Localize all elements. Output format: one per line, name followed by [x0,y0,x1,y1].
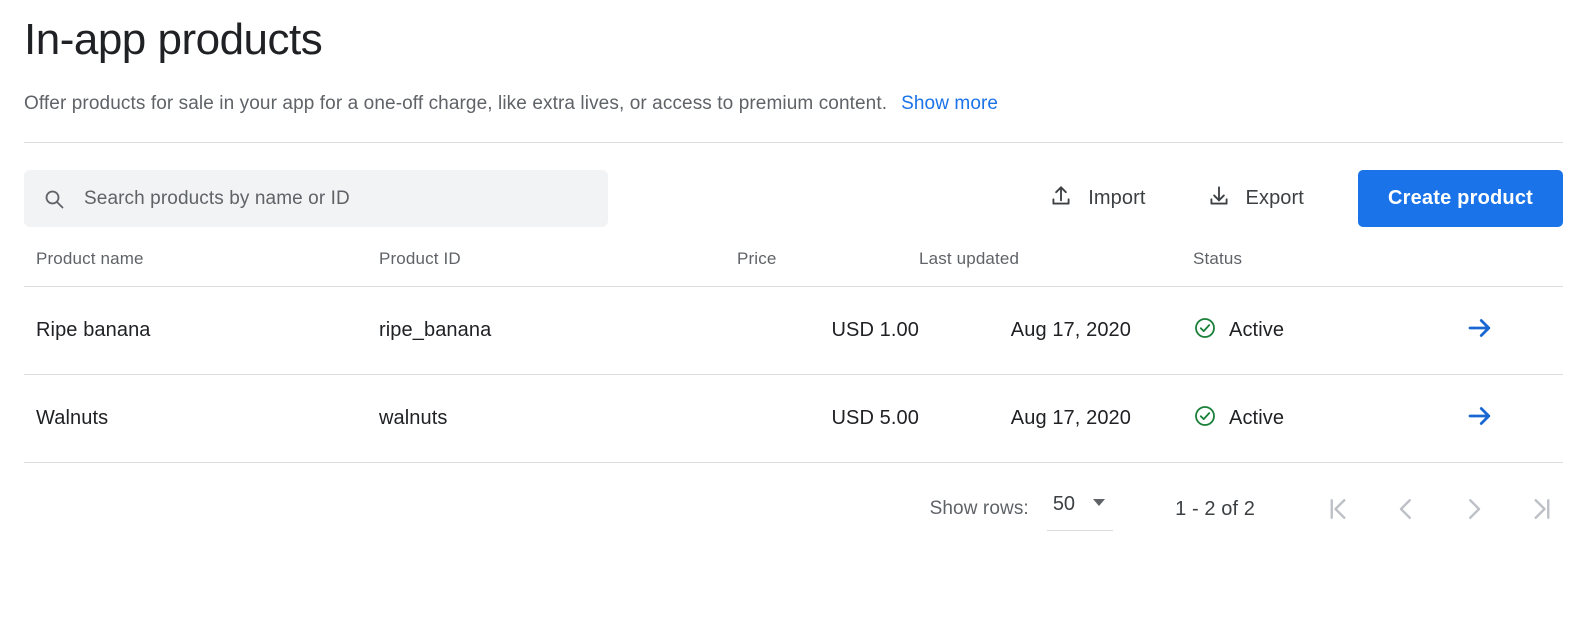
import-button-label: Import [1088,187,1146,209]
next-page-button[interactable] [1453,488,1495,530]
status-label: Active [1229,407,1285,429]
page-description: Offer products for sale in your app for … [24,62,1563,116]
cell-last-updated: Aug 17, 2020 [1010,319,1131,341]
export-button-label: Export [1245,187,1304,209]
export-button[interactable]: Export [1196,175,1314,223]
rows-per-page-value: 50 [1052,493,1076,515]
cell-product-name: Ripe banana [36,319,151,341]
table-row[interactable]: Ripe banana ripe_banana USD 1.00 Aug 17,… [24,287,1563,375]
cell-action [1396,287,1563,375]
column-header-product-name: Product name [36,249,144,268]
status-badge: Active [1193,316,1396,346]
pagination-range-label: 1 - 2 of 2 [1175,497,1255,520]
status-badge: Active [1193,404,1396,434]
row-arrow-icon[interactable] [1465,313,1495,343]
import-button[interactable]: Import [1038,175,1155,223]
cell-status: Active [1131,375,1396,463]
column-header-last-updated: Last updated [919,249,1020,268]
check-circle-icon [1193,316,1217,346]
toolbar-actions: Import Export Create product [1038,170,1563,227]
last-page-button[interactable] [1521,488,1563,530]
rows-per-page-select[interactable]: 50 [1046,487,1114,531]
column-header-price: Price [737,249,777,268]
table-head: Product name Product ID Price Last updat… [24,249,1563,287]
first-page-button[interactable] [1317,488,1359,530]
table-row[interactable]: Walnuts walnuts USD 5.00 Aug 17, 2020 Ac… [24,375,1563,463]
cell-last-updated: Aug 17, 2020 [1010,407,1131,429]
download-icon [1206,183,1232,215]
cell-product-name: Walnuts [36,407,109,429]
cell-price: USD 5.00 [831,407,919,429]
cell-action [1396,375,1563,463]
pagination-controls [1317,488,1563,530]
status-label: Active [1229,319,1285,341]
header-divider [24,142,1563,143]
column-header-action [1396,249,1563,287]
table-body: Ripe banana ripe_banana USD 1.00 Aug 17,… [24,287,1563,463]
table-header-row: Product name Product ID Price Last updat… [24,249,1563,287]
create-product-button[interactable]: Create product [1357,170,1563,227]
toolbar: Import Export Create product [24,170,1563,227]
previous-page-button[interactable] [1385,488,1427,530]
column-header-status: Status [1193,249,1243,268]
search-icon [42,187,66,211]
cell-status: Active [1131,287,1396,375]
table-footer: Show rows: 50 1 - 2 of 2 [24,463,1563,555]
page-header: In-app products Offer products for sale … [0,0,1587,116]
column-header-product-id: Product ID [379,249,461,268]
cell-product-id: walnuts [379,407,448,429]
search-input[interactable] [82,186,590,211]
show-more-link[interactable]: Show more [901,93,998,114]
page-title: In-app products [24,15,323,64]
chevron-down-icon [1091,494,1107,515]
search-box[interactable] [24,170,608,227]
page-description-text: Offer products for sale in your app for … [24,93,888,114]
show-rows-label: Show rows: [929,498,1029,519]
products-table: Product name Product ID Price Last updat… [24,249,1563,463]
check-circle-icon [1193,404,1217,434]
row-arrow-icon[interactable] [1465,401,1495,431]
cell-price: USD 1.00 [831,319,919,341]
cell-product-id: ripe_banana [379,319,492,341]
upload-icon [1048,183,1074,215]
